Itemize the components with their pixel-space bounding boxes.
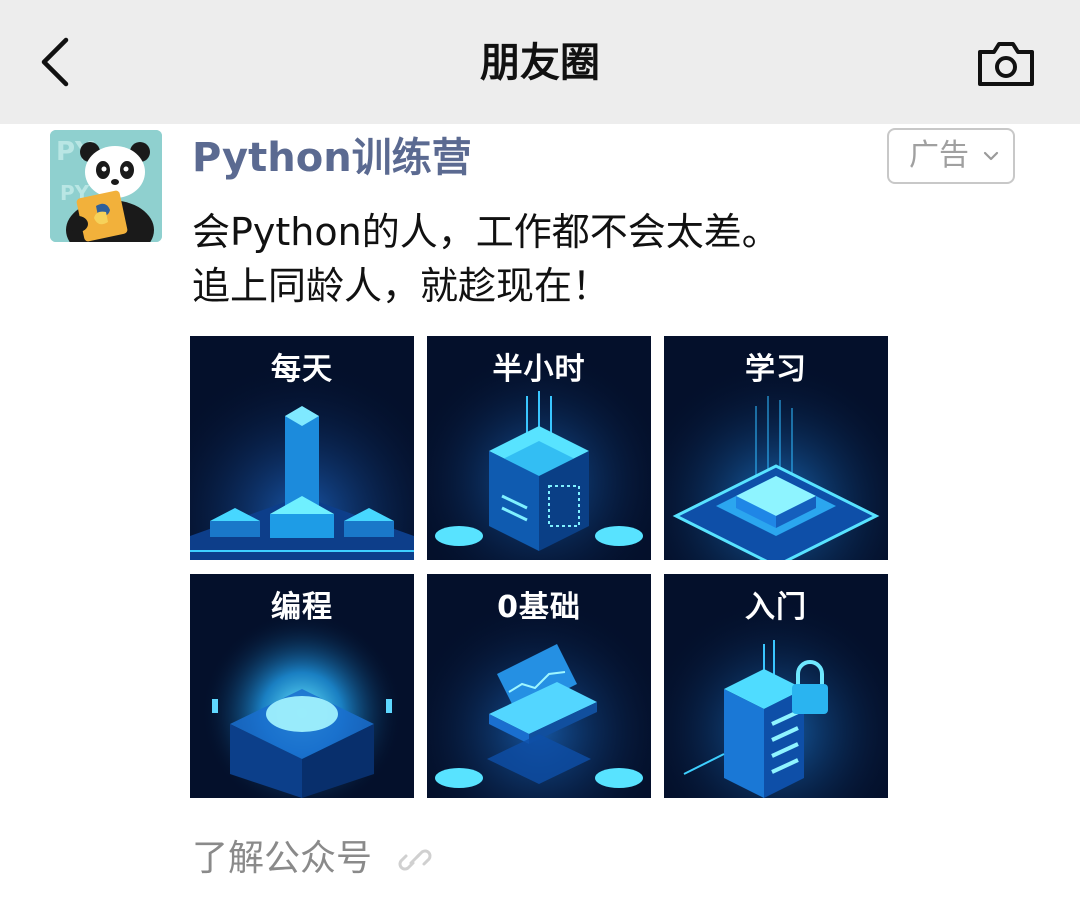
image-tile-6[interactable]: 入门 (664, 574, 888, 798)
image-tile-3[interactable]: 学习 (664, 336, 888, 560)
image-tile-4[interactable]: 编程 (190, 574, 414, 798)
author-avatar[interactable]: PY PY (50, 130, 162, 242)
ad-badge-button[interactable]: 广告 (887, 128, 1015, 184)
image-grid: 每天 半小时 学习 编程 0基础 入门 (190, 336, 888, 798)
image-tile-label: 0基础 (497, 590, 581, 625)
moments-page: 朋友圈 PY PY Python训练营 广告 会Python的人，工作都不会太差… (0, 0, 1080, 915)
ad-badge-label: 广告 (909, 138, 969, 173)
top-nav-bar: 朋友圈 (0, 0, 1080, 124)
image-tile-1[interactable]: 每天 (190, 336, 414, 560)
image-tile-label: 入门 (745, 590, 807, 625)
image-tile-label: 每天 (271, 352, 333, 387)
author-name-link[interactable]: Python训练营 (192, 132, 472, 184)
link-icon (398, 849, 432, 871)
post-text-line-1: 会Python的人，工作都不会太差。 (192, 210, 780, 254)
camera-icon (978, 42, 1034, 86)
image-tile-label: 学习 (745, 352, 807, 387)
image-tile-5[interactable]: 0基础 (427, 574, 651, 798)
chevron-down-icon (983, 151, 999, 161)
post-text: 会Python的人，工作都不会太差。 追上同龄人，就趁现在！ (192, 205, 780, 313)
image-tile-label: 半小时 (492, 352, 586, 387)
image-tile-label: 编程 (271, 590, 333, 625)
panda-logo-icon: PY PY (50, 130, 162, 242)
learn-official-account-link[interactable]: 了解公众号 (192, 834, 372, 884)
page-title: 朋友圈 (480, 40, 600, 86)
post-text-line-2: 追上同龄人，就趁现在！ (192, 264, 611, 308)
image-tile-2[interactable]: 半小时 (427, 336, 651, 560)
camera-button[interactable] (972, 36, 1040, 92)
